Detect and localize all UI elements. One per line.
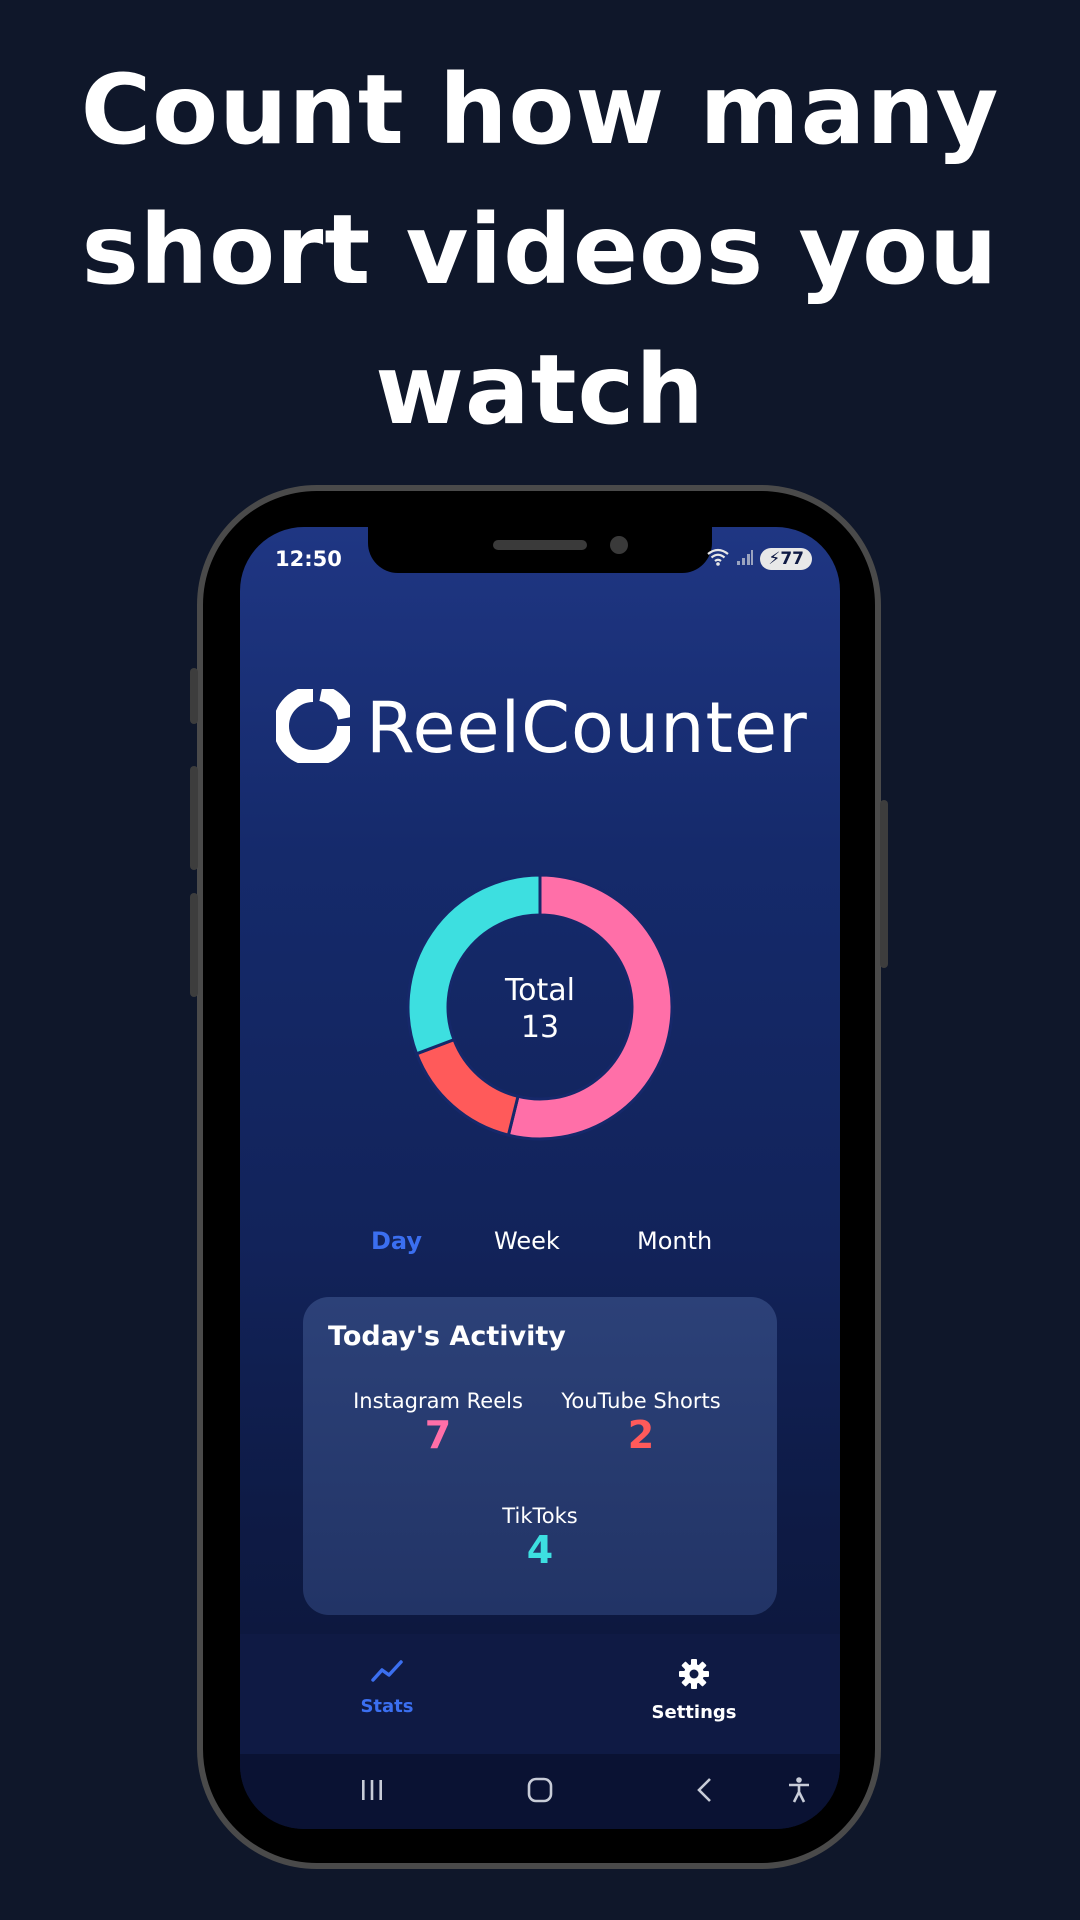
activity-card: Today's Activity Instagram Reels 7 YouTu… [303,1297,777,1615]
donut-slice-youtube-shorts [414,1037,520,1137]
notch [368,527,712,573]
stat-instagram-reels: Instagram Reels 7 [328,1389,548,1457]
phone-side-button [190,668,198,724]
phone-volume-down-button [190,893,198,997]
stat-value: 2 [627,1413,655,1457]
accessibility-icon[interactable] [785,1776,813,1808]
tab-day[interactable]: Day [371,1227,422,1255]
battery-level: 77 [780,549,804,569]
ring-logo-icon [273,685,354,767]
nav-settings[interactable]: Settings [624,1658,764,1723]
front-camera [610,536,628,554]
bottom-nav: Stats Settings [240,1634,840,1754]
stat-label: TikToks [502,1504,578,1528]
gear-icon [678,1659,710,1694]
stat-value: 4 [526,1528,554,1572]
phone-power-button [880,800,888,968]
wifi-icon [706,547,730,571]
stat-value: 7 [424,1413,452,1457]
battery-icon: ⚡77 [760,548,812,570]
status-icons: ⚡77 [706,547,812,571]
headline-line-1: Count how many [80,54,1000,166]
status-time: 12:50 [275,547,342,571]
stat-youtube-shorts: YouTube Shorts 2 [531,1389,751,1457]
nav-stats-label: Stats [360,1696,414,1717]
donut-center-value: 13 [520,1010,560,1045]
headline: Count how many short videos you watch [0,40,1080,460]
back-icon[interactable] [692,1776,720,1808]
speaker [493,540,587,550]
app-store-screenshot: Count how many short videos you watch 12… [0,0,1080,1920]
donut-center-label: Total [504,973,576,1008]
headline-line-3: watch [375,334,705,446]
period-tabs: Day Week Month [240,1227,840,1267]
home-icon[interactable] [526,1776,554,1808]
recent-apps-icon[interactable] [358,1776,386,1808]
donut-center: Total 13 [405,972,675,1046]
signal-icon [736,548,754,570]
system-nav-bar [240,1754,840,1829]
phone-volume-up-button [190,766,198,870]
stat-label: YouTube Shorts [561,1389,721,1413]
headline-line-2: short videos you [81,194,999,306]
tab-month[interactable]: Month [637,1227,712,1255]
stat-label: Instagram Reels [353,1389,523,1413]
card-title: Today's Activity [328,1321,566,1352]
nav-settings-label: Settings [651,1702,737,1723]
trend-chart-icon [370,1660,404,1688]
app-logo: ReelCounter [273,685,808,769]
stat-tiktoks: TikToks 4 [430,1504,650,1572]
app-name: ReelCounter [366,687,808,769]
nav-stats[interactable]: Stats [317,1658,457,1717]
tab-week[interactable]: Week [494,1227,560,1255]
phone-screen: 12:50 ⚡77 ReelCounter Total 13 Day Week … [240,527,840,1829]
